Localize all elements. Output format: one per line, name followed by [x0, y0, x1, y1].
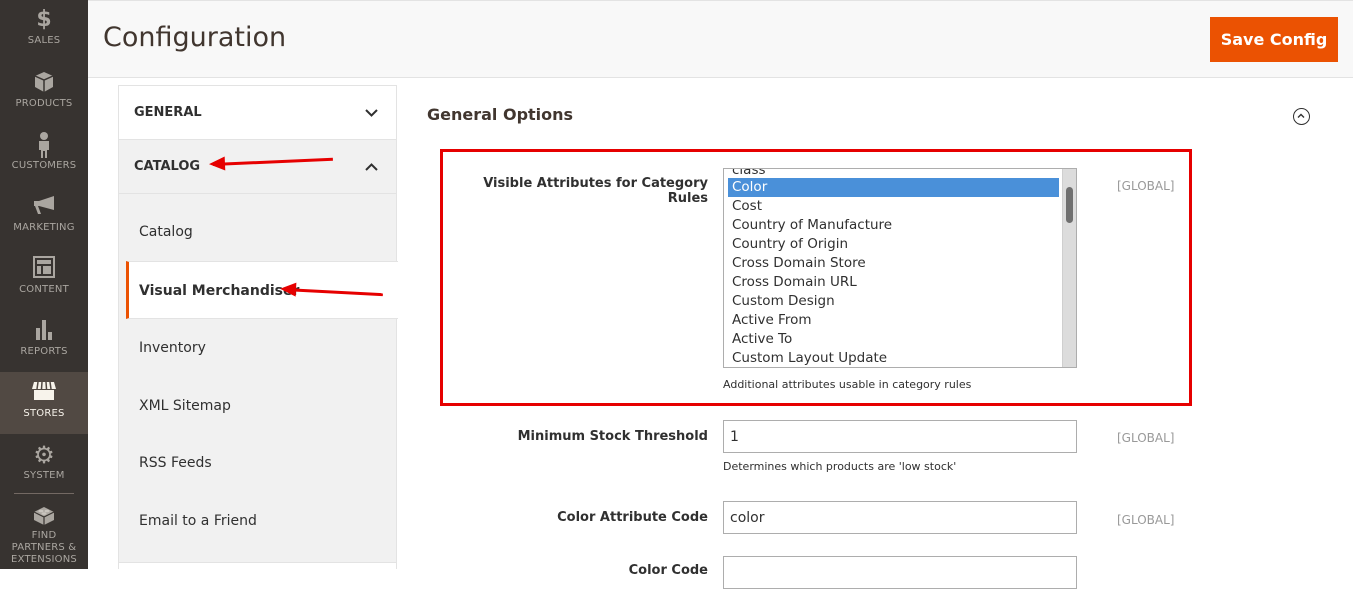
scope-label: [GLOBAL] [1117, 179, 1175, 193]
tab-item-visual-merchandiser[interactable]: Visual Merchandiser [126, 261, 398, 319]
chevron-down-icon [365, 86, 378, 140]
tab-item-label: Catalog [139, 224, 193, 240]
multiselect-option[interactable]: Custom Layout Update [728, 349, 1059, 367]
tab-item-inventory[interactable]: Inventory [119, 319, 396, 377]
visible-attributes-multiselect[interactable]: class Color Cost Country of Manufacture … [723, 168, 1077, 368]
nav-item-system[interactable]: ⚙ SYSTEM [0, 434, 88, 496]
multiselect-option[interactable]: Country of Origin [728, 235, 1059, 254]
nav-item-sales[interactable]: $ SALES [0, 0, 88, 62]
multiselect-option[interactable]: Country of Manufacture [728, 216, 1059, 235]
tab-item-label: Email to a Friend [139, 513, 257, 529]
nav-item-content[interactable]: CONTENT [0, 248, 88, 310]
tab-item-label: Visual Merchandiser [139, 283, 300, 299]
person-icon [0, 132, 88, 160]
nav-item-find-partners[interactable]: FIND PARTNERS & EXTENSIONS [0, 498, 88, 569]
scope-label: [GLOBAL] [1117, 513, 1175, 527]
store-icon [0, 380, 88, 408]
gear-icon: ⚙ [33, 441, 55, 469]
megaphone-icon [0, 194, 88, 222]
tab-item-xml-sitemap[interactable]: XML Sitemap [119, 377, 396, 435]
tab-item-label: Inventory [139, 340, 206, 356]
multiselect-option[interactable]: Active To [728, 330, 1059, 349]
scrollbar-thumb[interactable] [1066, 187, 1073, 223]
section-title[interactable]: General Options [427, 105, 573, 124]
scope-label: [GLOBAL] [1117, 431, 1175, 445]
multiselect-option[interactable]: Cross Domain Store [728, 254, 1059, 273]
multiselect-option[interactable]: Custom Design [728, 292, 1059, 311]
visible-attributes-note: Additional attributes usable in category… [723, 378, 972, 391]
multiselect-option[interactable]: Cross Domain URL [728, 273, 1059, 292]
min-stock-label: Minimum Stock Threshold [517, 429, 708, 444]
dollar-icon: $ [36, 7, 52, 32]
tab-item-email-to-a-friend[interactable]: Email to a Friend [119, 492, 396, 550]
nav-divider [14, 493, 74, 494]
tab-catalog-label: CATALOG [134, 159, 201, 174]
color-attr-input[interactable] [723, 501, 1077, 534]
min-stock-note: Determines which products are 'low stock… [723, 460, 957, 473]
visible-attributes-label: Visible Attributes for Category Rules [483, 176, 708, 206]
admin-sidebar: $ SALES PRODUCTS CUSTOMERS MARKETING CON… [0, 0, 88, 569]
color-code-label: Color Code [628, 563, 708, 578]
multiselect-option-selected[interactable]: Color [728, 178, 1059, 197]
tab-general[interactable]: GENERAL [119, 86, 396, 140]
tab-item-rss-feeds[interactable]: RSS Feeds [119, 434, 396, 492]
tab-general-label: GENERAL [134, 105, 202, 120]
save-config-button[interactable]: Save Config [1210, 17, 1338, 62]
bar-chart-icon [0, 318, 88, 346]
min-stock-input[interactable] [723, 420, 1077, 453]
box-icon [0, 70, 88, 98]
nav-item-reports[interactable]: REPORTS [0, 310, 88, 372]
color-code-input[interactable] [723, 556, 1077, 589]
tab-item-catalog[interactable]: Catalog [119, 203, 396, 261]
lego-block-icon [0, 504, 88, 530]
multiselect-scrollbar[interactable] [1062, 169, 1076, 367]
multiselect-option[interactable]: Active From [728, 311, 1059, 330]
multiselect-option[interactable]: Cost [728, 197, 1059, 216]
collapse-section-icon[interactable] [1293, 108, 1310, 125]
page-header: Configuration Save Config [88, 0, 1353, 78]
tab-catalog[interactable]: CATALOG [119, 140, 396, 194]
nav-item-stores[interactable]: STORES [0, 372, 88, 434]
layout-icon [0, 256, 88, 284]
tab-item-label: XML Sitemap [139, 398, 231, 414]
chevron-up-icon [365, 140, 378, 194]
page-title: Configuration [103, 22, 287, 53]
color-attr-label: Color Attribute Code [557, 510, 708, 525]
nav-item-products[interactable]: PRODUCTS [0, 62, 88, 124]
nav-item-marketing[interactable]: MARKETING [0, 186, 88, 248]
config-tabs: GENERAL CATALOG Catalog Visual Merchandi… [118, 85, 398, 570]
nav-item-customers[interactable]: CUSTOMERS [0, 124, 88, 186]
tab-item-label: RSS Feeds [139, 455, 212, 471]
